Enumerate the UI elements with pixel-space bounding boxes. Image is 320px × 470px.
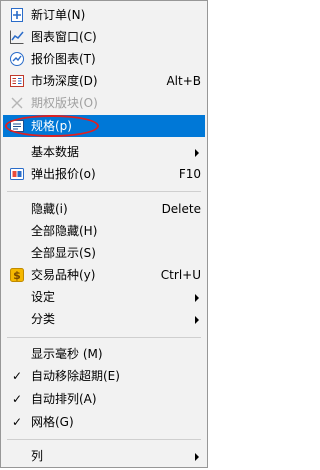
svg-text:$: $ — [13, 269, 21, 282]
context-menu: 新订单(N) 图表窗口(C) 报价图表(T) 市场深度(D) Alt+B 期权版… — [0, 0, 208, 468]
menu-item-label: 报价图表(T) — [31, 52, 96, 66]
menu-item-options-board: 期权版块(O) — [3, 92, 205, 114]
menu-item-shortcut: Delete — [161, 202, 201, 216]
submenu-arrow-icon — [195, 149, 199, 157]
menu-item-settings[interactable]: 设定 — [3, 286, 205, 308]
menu-item-shortcut: Ctrl+U — [160, 268, 201, 282]
submenu-arrow-icon — [195, 294, 199, 302]
menu-item-shortcut: F10 — [178, 167, 201, 181]
menu-separator — [7, 337, 201, 338]
menu-item-quote-chart[interactable]: 报价图表(T) — [3, 48, 205, 70]
menu-item-show-all[interactable]: 全部显示(S) — [3, 242, 205, 264]
checkmark-icon: ✓ — [11, 369, 23, 383]
menu-item-popup-quote[interactable]: 弹出报价(o) F10 — [3, 163, 205, 185]
menu-item-grid[interactable]: ✓ 网格(G) — [3, 411, 205, 433]
menu-item-label: 隐藏(i) — [31, 202, 68, 216]
checkmark-icon: ✓ — [11, 392, 23, 406]
menu-item-label: 自动移除超期(E) — [31, 369, 120, 383]
dollar-icon: $ — [9, 267, 25, 283]
quote-chart-icon — [9, 51, 25, 67]
menu-item-label: 规格(p) — [31, 119, 72, 133]
menu-item-columns[interactable]: 列 — [3, 445, 205, 467]
menu-item-label: 列 — [31, 449, 44, 463]
menu-item-label: 弹出报价(o) — [31, 167, 96, 181]
popup-quote-icon — [9, 166, 25, 182]
menu-item-new-order[interactable]: 新订单(N) — [3, 4, 205, 26]
line-chart-icon — [9, 29, 25, 45]
menu-item-label: 设定 — [31, 290, 56, 304]
submenu-arrow-icon — [195, 316, 199, 324]
options-icon — [9, 95, 25, 111]
menu-item-market-depth[interactable]: 市场深度(D) Alt+B — [3, 70, 205, 92]
menu-item-label: 全部显示(S) — [31, 246, 96, 260]
checkmark-icon: ✓ — [11, 415, 23, 429]
menu-item-auto-remove-expired[interactable]: ✓ 自动移除超期(E) — [3, 365, 205, 387]
menu-item-label: 基本数据 — [31, 145, 80, 159]
menu-item-label: 交易品种(y) — [31, 268, 96, 282]
menu-item-show-milliseconds[interactable]: 显示毫秒 (M) — [3, 343, 205, 365]
menu-item-label: 图表窗口(C) — [31, 30, 97, 44]
submenu-arrow-icon — [195, 453, 199, 461]
menu-item-label: 期权版块(O) — [31, 96, 98, 110]
specification-icon — [9, 118, 25, 134]
menu-item-label: 自动排列(A) — [31, 392, 97, 406]
menu-item-label: 新订单(N) — [31, 8, 86, 22]
menu-item-basic-data[interactable]: 基本数据 — [3, 141, 205, 163]
menu-item-specification[interactable]: 规格(p) — [3, 115, 205, 137]
menu-item-label: 分类 — [31, 312, 56, 326]
menu-item-label: 网格(G) — [31, 415, 74, 429]
menu-item-shortcut: Alt+B — [166, 74, 201, 88]
new-order-icon — [9, 7, 25, 23]
menu-item-auto-arrange[interactable]: ✓ 自动排列(A) — [3, 388, 205, 410]
menu-item-hide-all[interactable]: 全部隐藏(H) — [3, 220, 205, 242]
menu-item-category[interactable]: 分类 — [3, 308, 205, 330]
menu-item-label: 显示毫秒 (M) — [31, 347, 103, 361]
market-depth-icon — [9, 73, 25, 89]
menu-item-label: 市场深度(D) — [31, 74, 98, 88]
menu-item-chart-window[interactable]: 图表窗口(C) — [3, 26, 205, 48]
menu-separator — [7, 439, 201, 440]
menu-item-label: 全部隐藏(H) — [31, 224, 98, 238]
menu-item-hide[interactable]: 隐藏(i) Delete — [3, 198, 205, 220]
menu-separator — [7, 191, 201, 192]
menu-item-symbols[interactable]: $ 交易品种(y) Ctrl+U — [3, 264, 205, 286]
